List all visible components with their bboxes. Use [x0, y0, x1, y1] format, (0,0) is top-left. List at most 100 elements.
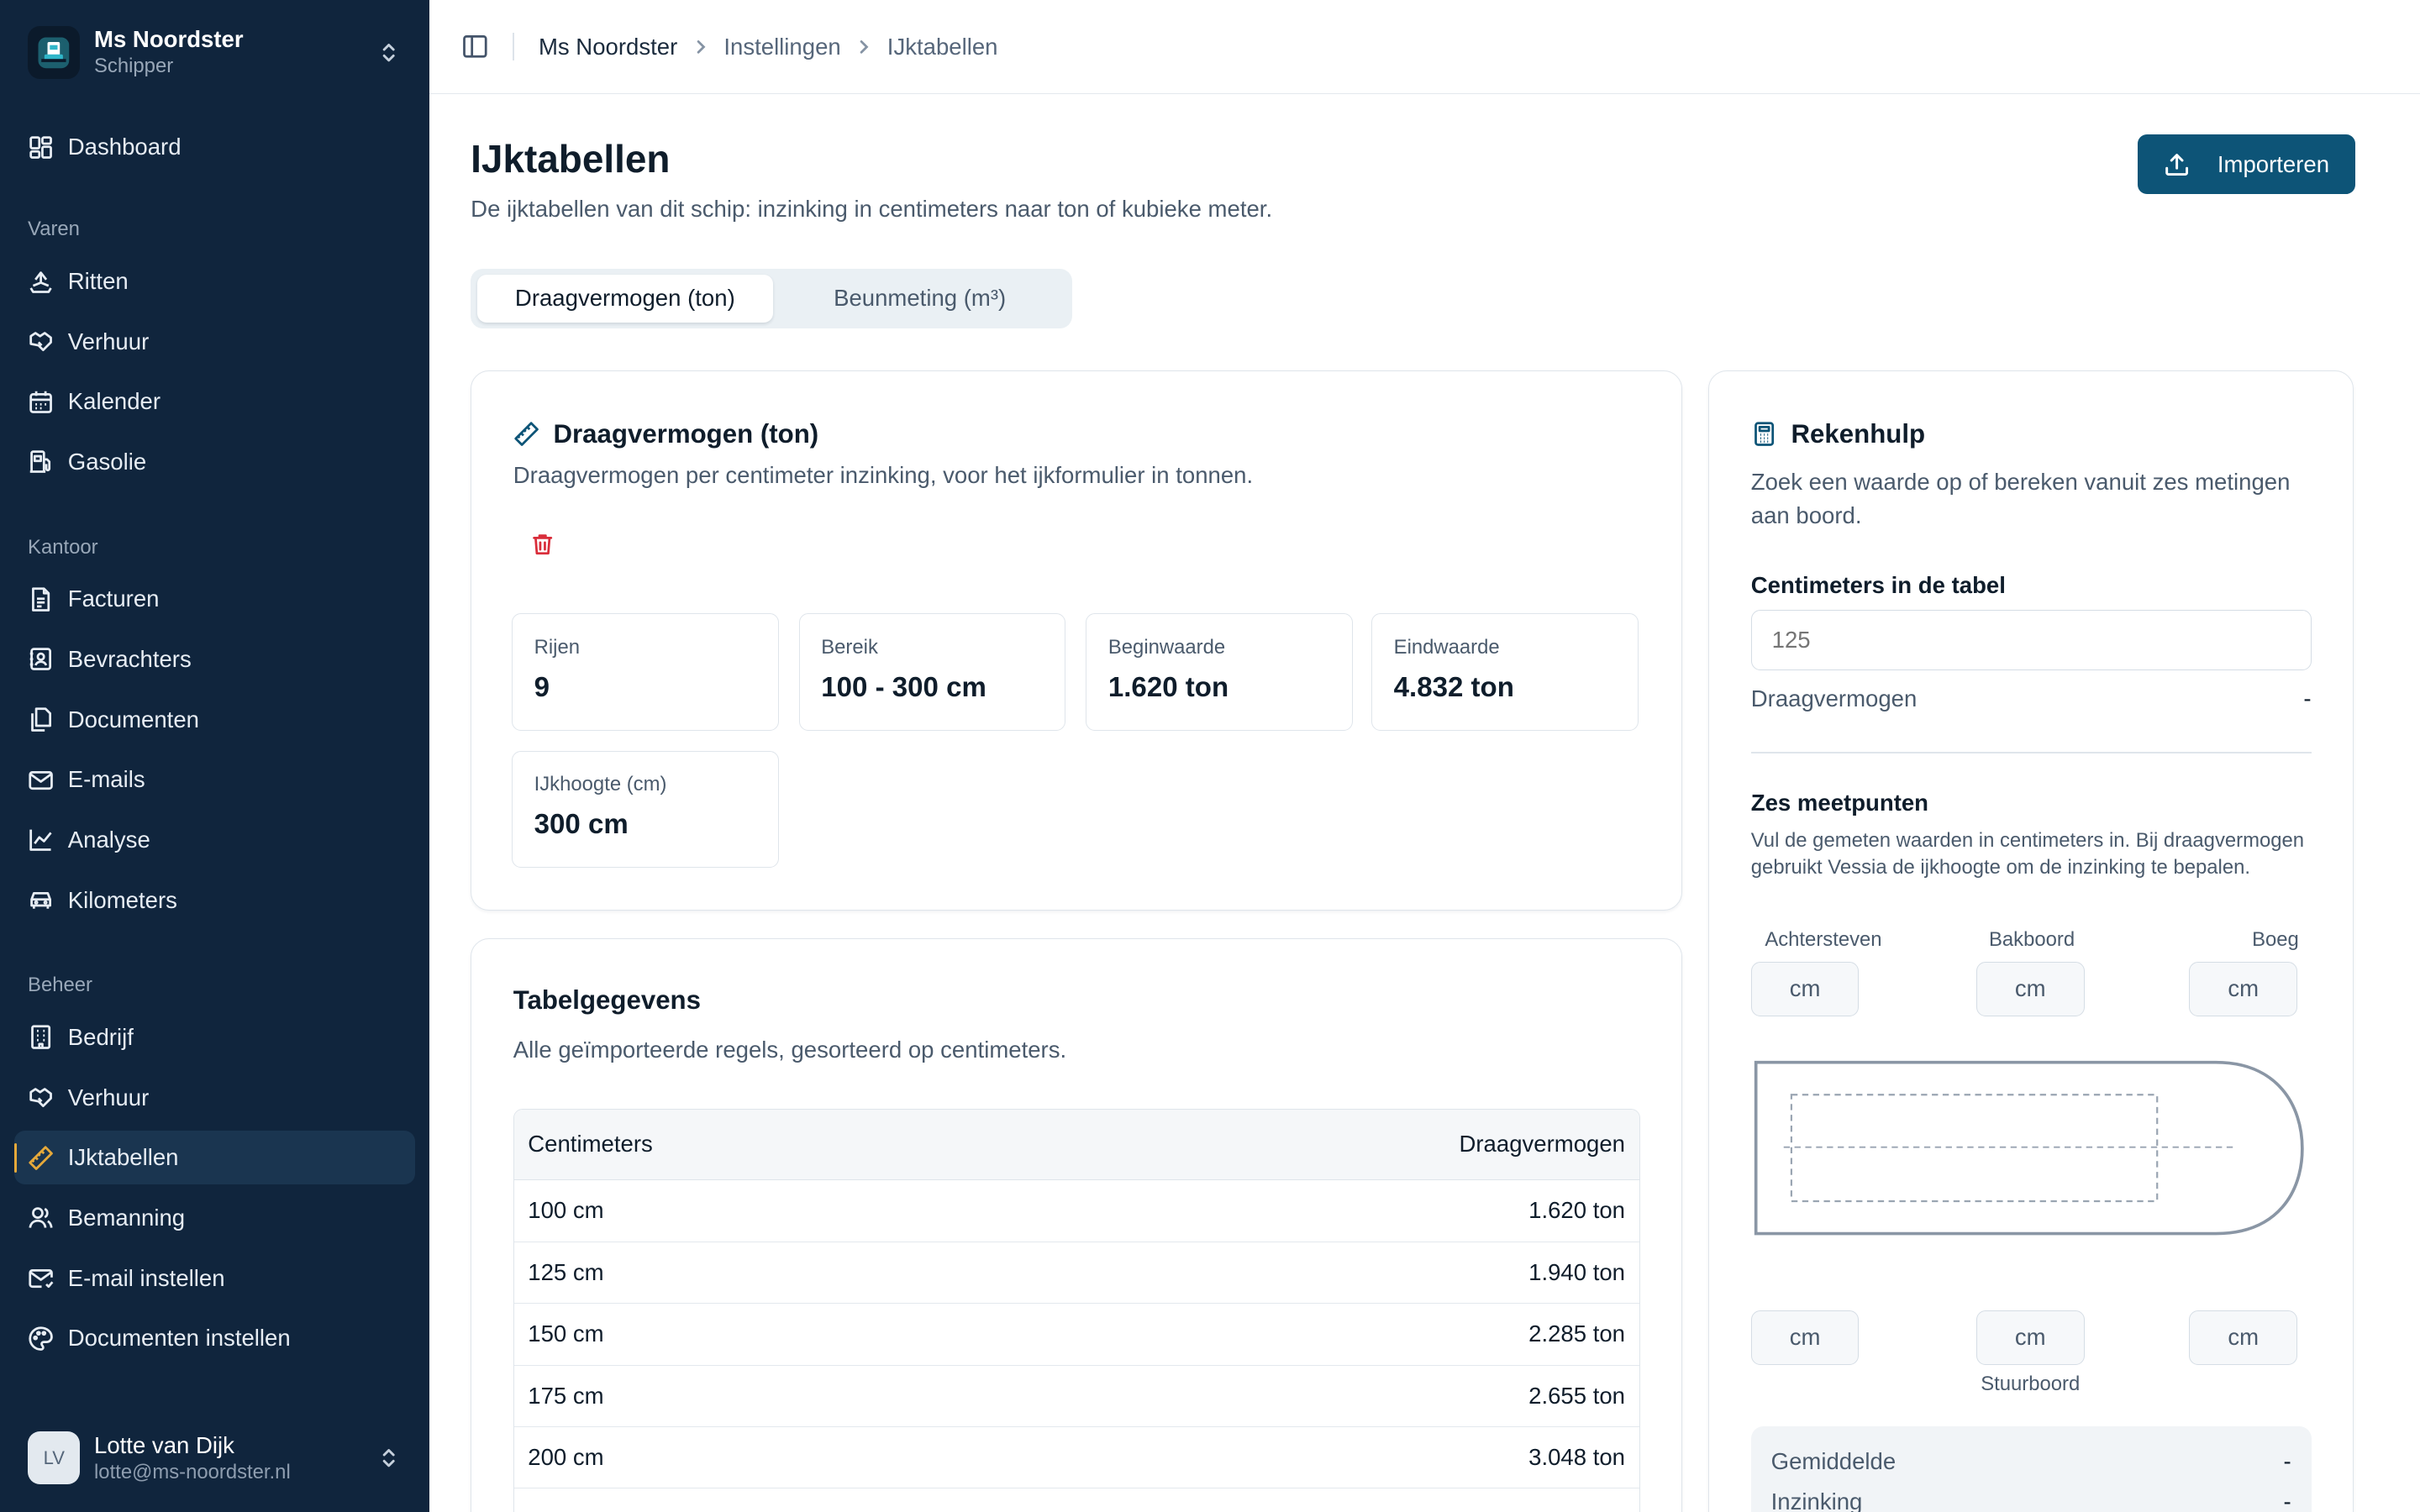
breadcrumb-ijktabellen: IJktabellen: [886, 33, 998, 60]
sidebar-item-label: Bemanning: [67, 1204, 186, 1231]
stat-label: Rijen: [534, 635, 580, 659]
invoice-icon: [32, 587, 50, 612]
sidebar-item-ritten[interactable]: Ritten: [14, 255, 416, 308]
handshake-icon: [29, 1088, 52, 1108]
trash-icon: [533, 534, 553, 554]
summary-row: Inzinking -: [1771, 1485, 2291, 1512]
stuurboord-input[interactable]: [1975, 1310, 2085, 1365]
sidebar: Ms Noordster Schipper Dashboard Varen Ri…: [0, 0, 429, 1512]
cell-centimeters: 150 cm: [528, 1320, 604, 1347]
chart-icon: [29, 830, 52, 852]
sidebar-toggle-icon[interactable]: [460, 31, 491, 62]
import-button[interactable]: Importeren: [2137, 134, 2355, 195]
cell-centimeters: 125 cm: [528, 1258, 604, 1285]
users-icon: [29, 1207, 53, 1229]
bakboord-input[interactable]: [1975, 962, 2085, 1016]
sidebar-item-facturen[interactable]: Facturen: [14, 572, 416, 626]
sidebar-item-kilometers[interactable]: Kilometers: [14, 873, 416, 927]
voor-stuurboord-input[interactable]: [2189, 1310, 2297, 1365]
table-row: 200 cm 3.048 ton: [513, 1427, 1639, 1489]
sidebar-item-bedrijf[interactable]: Bedrijf: [14, 1011, 416, 1064]
nav-group-kantoor: Kantoor: [28, 535, 98, 559]
cell-centimeters: 100 cm: [528, 1197, 604, 1224]
stat-value: 9: [534, 671, 550, 703]
boeg-input[interactable]: [2189, 962, 2297, 1016]
nav-group-beheer: Beheer: [28, 974, 92, 997]
user-menu[interactable]: LV Lotte van Dijk lotte@ms-noordster.nl: [0, 1404, 429, 1512]
divider: [1750, 752, 2312, 754]
sidebar-item-gasolie[interactable]: Gasolie: [14, 435, 416, 489]
ruler-icon: [29, 1146, 53, 1170]
mail-settings-icon: [29, 1268, 54, 1289]
delete-button[interactable]: [525, 527, 559, 560]
stat-beginwaarde: Beginwaarde 1.620 ton: [1086, 613, 1353, 731]
achtersteven-input[interactable]: [1750, 962, 1860, 1016]
sidebar-item-label: Kilometers: [67, 886, 177, 913]
stat-value: 300 cm: [534, 809, 629, 841]
tab-draagvermogen[interactable]: Draagvermogen (ton): [476, 274, 774, 323]
sidebar-item-dashboard[interactable]: Dashboard: [14, 120, 416, 174]
table-header: Centimeters Draagvermogen: [513, 1109, 1639, 1181]
divider: [512, 32, 514, 61]
ship-logo: [28, 26, 81, 79]
cell-draagvermogen: 1.620 ton: [1528, 1197, 1626, 1224]
user-email: lotte@ms-noordster.nl: [94, 1460, 291, 1483]
building-icon: [31, 1025, 51, 1050]
workspace-switcher[interactable]: Ms Noordster Schipper: [0, 0, 429, 81]
workspace-name: Ms Noordster: [94, 26, 244, 53]
column-header-draagvermogen: Draagvermogen: [1459, 1131, 1626, 1158]
sidebar-item-ijktabellen[interactable]: IJktabellen: [13, 1131, 416, 1185]
sidebar-item-label: IJktabellen: [67, 1144, 179, 1171]
breadcrumb-ms-noordster[interactable]: Ms Noordster: [539, 34, 677, 60]
breadcrumb-instellingen[interactable]: Instellingen: [723, 34, 840, 60]
sidebar-item-label: E-mails: [67, 766, 145, 793]
sidebar-item-e-mails[interactable]: E-mails: [14, 753, 416, 806]
chevron-right-icon: [697, 39, 706, 54]
ruler-icon: [514, 422, 539, 446]
ship-outline-diagram: [1754, 1060, 2304, 1236]
stat-value: 4.832 ton: [1393, 671, 1514, 703]
sidebar-item-label: Bevrachters: [67, 646, 192, 673]
calculator-title: Rekenhulp: [1791, 418, 1926, 449]
cell-draagvermogen: 2.655 ton: [1528, 1382, 1626, 1409]
summary-label: Gemiddelde: [1770, 1448, 1897, 1475]
workspace-role: Schipper: [94, 55, 174, 78]
sidebar-item-documenten-instellen[interactable]: Documenten instellen: [14, 1311, 416, 1365]
breadcrumb: Ms Noordster Instellingen IJktabellen: [539, 34, 998, 60]
sidebar-item-bevrachters[interactable]: Bevrachters: [14, 633, 416, 686]
sidebar-item-e-mail-instellen[interactable]: E-mail instellen: [14, 1251, 416, 1305]
import-button-label: Importeren: [2217, 150, 2330, 177]
sidebar-item-label: Dashboard: [67, 134, 182, 160]
sidebar-item-label: Facturen: [67, 585, 160, 612]
summary-value: -: [2283, 1448, 2291, 1475]
user-name: Lotte van Dijk: [94, 1431, 234, 1458]
main-content: Ms Noordster Instellingen IJktabellen IJ…: [429, 0, 2420, 1512]
stat-eindwaarde: Eindwaarde 4.832 ton: [1370, 613, 1639, 731]
tab-beunmeting[interactable]: Beunmeting (m³): [773, 275, 1066, 323]
sidebar-item-analyse[interactable]: Analyse: [14, 813, 416, 867]
sidebar-item-documenten[interactable]: Documenten: [14, 693, 416, 747]
car-icon: [30, 891, 52, 909]
top-bar: Ms Noordster Instellingen IJktabellen: [429, 0, 2420, 95]
page-title: IJktabellen: [471, 136, 671, 181]
contact-icon: [29, 648, 52, 671]
summary-box: Gemiddelde - Inzinking -: [1750, 1426, 2312, 1512]
centimeters-input[interactable]: [1750, 610, 2312, 671]
sidebar-item-bemanning[interactable]: Bemanning: [14, 1191, 416, 1245]
summary-label: Inzinking: [1770, 1488, 1863, 1512]
six-points-title: Zes meetpunten: [1750, 789, 1929, 816]
calculator-description: Zoek een waarde op of bereken vanuit zes…: [1750, 468, 2291, 529]
sidebar-item-label: Kalender: [67, 388, 161, 415]
sidebar-item-verhuur-beheer[interactable]: Verhuur: [14, 1071, 416, 1125]
stat-label: Bereik: [821, 635, 878, 659]
chevron-right-icon: [860, 39, 869, 54]
cell-centimeters: 175 cm: [528, 1382, 604, 1409]
fuel-icon: [29, 450, 51, 474]
label-boeg: Boeg: [2252, 927, 2299, 951]
table-description: Alle geïmporteerde regels, gesorteerd op…: [513, 1036, 1067, 1063]
sidebar-item-verhuur[interactable]: Verhuur: [14, 315, 416, 369]
palette-icon: [29, 1326, 53, 1351]
documents-icon: [31, 707, 52, 732]
achter-stuurboord-input[interactable]: [1750, 1310, 1860, 1365]
sidebar-item-kalender[interactable]: Kalender: [14, 375, 416, 428]
